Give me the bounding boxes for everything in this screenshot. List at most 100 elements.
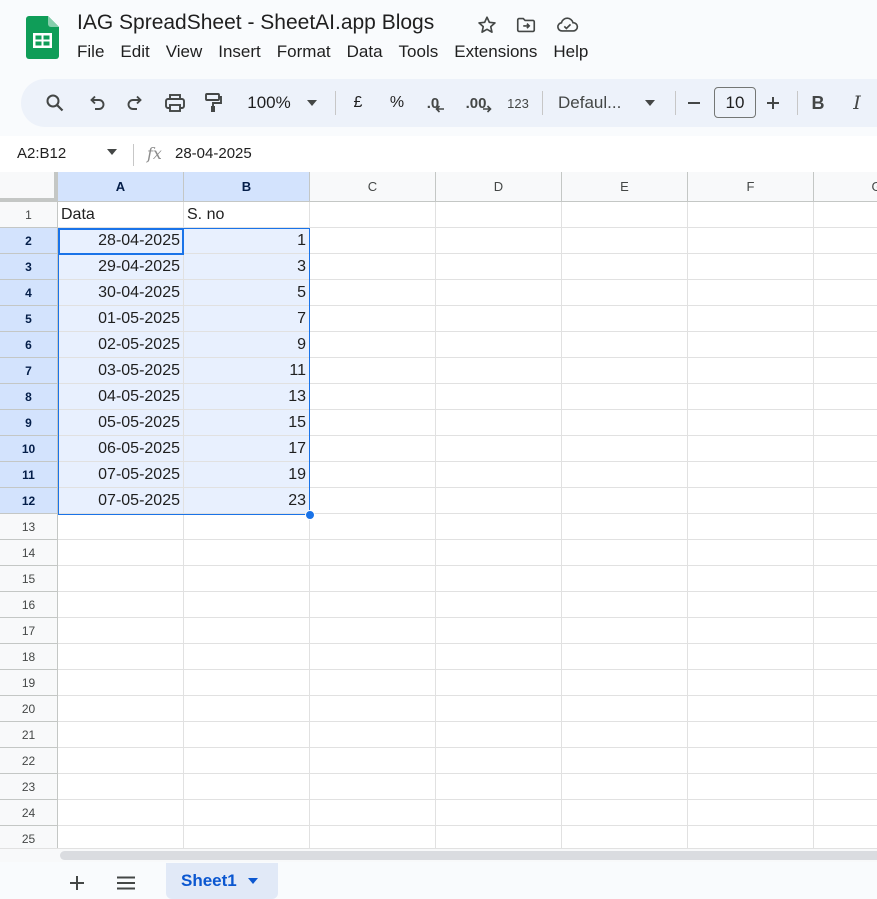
cell-d8[interactable]	[436, 384, 562, 410]
cell-a9[interactable]: 05-05-2025	[58, 410, 184, 436]
cell-g21[interactable]	[814, 722, 877, 748]
cell-g9[interactable]	[814, 410, 877, 436]
cell-c4[interactable]	[310, 280, 436, 306]
cell-e5[interactable]	[562, 306, 688, 332]
cell-e18[interactable]	[562, 644, 688, 670]
cell-e17[interactable]	[562, 618, 688, 644]
row-header-15[interactable]: 15	[0, 566, 58, 592]
cell-f2[interactable]	[688, 228, 814, 254]
column-header-f[interactable]: F	[688, 172, 814, 202]
cell-f5[interactable]	[688, 306, 814, 332]
cell-b25[interactable]	[184, 826, 310, 848]
cell-d24[interactable]	[436, 800, 562, 826]
cell-a11[interactable]: 07-05-2025	[58, 462, 184, 488]
row-header-20[interactable]: 20	[0, 696, 58, 722]
cell-e20[interactable]	[562, 696, 688, 722]
cell-b21[interactable]	[184, 722, 310, 748]
cell-g2[interactable]	[814, 228, 877, 254]
cell-f21[interactable]	[688, 722, 814, 748]
decrease-font-size-button[interactable]	[684, 79, 704, 127]
cell-c6[interactable]	[310, 332, 436, 358]
cell-b16[interactable]	[184, 592, 310, 618]
increase-decimal-button[interactable]: .00	[463, 79, 495, 127]
row-header-24[interactable]: 24	[0, 800, 58, 826]
column-header-b[interactable]: B	[184, 172, 310, 202]
cell-f7[interactable]	[688, 358, 814, 384]
zoom-select[interactable]: 100%	[243, 79, 295, 127]
cell-b5[interactable]: 7	[184, 306, 310, 332]
cell-a21[interactable]	[58, 722, 184, 748]
cell-g18[interactable]	[814, 644, 877, 670]
row-header-17[interactable]: 17	[0, 618, 58, 644]
cell-b24[interactable]	[184, 800, 310, 826]
cell-c5[interactable]	[310, 306, 436, 332]
cell-g23[interactable]	[814, 774, 877, 800]
cell-f14[interactable]	[688, 540, 814, 566]
cell-e12[interactable]	[562, 488, 688, 514]
cell-f11[interactable]	[688, 462, 814, 488]
increase-font-size-button[interactable]	[763, 79, 783, 127]
menu-insert[interactable]: Insert	[210, 42, 269, 64]
row-header-1[interactable]: 1	[0, 202, 58, 228]
cell-b23[interactable]	[184, 774, 310, 800]
cell-c13[interactable]	[310, 514, 436, 540]
cell-c14[interactable]	[310, 540, 436, 566]
cell-f20[interactable]	[688, 696, 814, 722]
cell-e14[interactable]	[562, 540, 688, 566]
cell-e19[interactable]	[562, 670, 688, 696]
cell-f10[interactable]	[688, 436, 814, 462]
column-header-a[interactable]: A	[58, 172, 184, 202]
row-header-18[interactable]: 18	[0, 644, 58, 670]
star-icon[interactable]	[476, 14, 498, 36]
cell-f25[interactable]	[688, 826, 814, 848]
cell-b10[interactable]: 17	[184, 436, 310, 462]
cell-d6[interactable]	[436, 332, 562, 358]
row-header-6[interactable]: 6	[0, 332, 58, 358]
cell-b7[interactable]: 11	[184, 358, 310, 384]
cell-e24[interactable]	[562, 800, 688, 826]
row-header-14[interactable]: 14	[0, 540, 58, 566]
cell-d20[interactable]	[436, 696, 562, 722]
row-header-3[interactable]: 3	[0, 254, 58, 280]
row-header-12[interactable]: 12	[0, 488, 58, 514]
horizontal-scrollbar[interactable]	[0, 848, 877, 862]
fill-handle[interactable]	[305, 510, 315, 520]
cell-c17[interactable]	[310, 618, 436, 644]
cell-e10[interactable]	[562, 436, 688, 462]
cell-g4[interactable]	[814, 280, 877, 306]
cell-a2[interactable]: 28-04-2025	[58, 228, 184, 254]
cell-e21[interactable]	[562, 722, 688, 748]
cell-b8[interactable]: 13	[184, 384, 310, 410]
more-formats-button[interactable]: 123	[502, 79, 534, 127]
cell-d5[interactable]	[436, 306, 562, 332]
zoom-dropdown-button[interactable]	[303, 79, 321, 127]
cell-f1[interactable]	[688, 202, 814, 228]
cell-d16[interactable]	[436, 592, 562, 618]
cell-d1[interactable]	[436, 202, 562, 228]
menu-tools[interactable]: Tools	[391, 42, 447, 64]
cell-e13[interactable]	[562, 514, 688, 540]
cell-b3[interactable]: 3	[184, 254, 310, 280]
cell-c18[interactable]	[310, 644, 436, 670]
cell-b14[interactable]	[184, 540, 310, 566]
menu-help[interactable]: Help	[545, 42, 596, 64]
row-header-19[interactable]: 19	[0, 670, 58, 696]
cell-b11[interactable]: 19	[184, 462, 310, 488]
cell-a6[interactable]: 02-05-2025	[58, 332, 184, 358]
cell-c12[interactable]	[310, 488, 436, 514]
cell-g19[interactable]	[814, 670, 877, 696]
menu-edit[interactable]: Edit	[112, 42, 157, 64]
cell-c11[interactable]	[310, 462, 436, 488]
row-header-16[interactable]: 16	[0, 592, 58, 618]
cell-a14[interactable]	[58, 540, 184, 566]
decrease-decimal-button[interactable]: .0	[423, 79, 449, 127]
cell-e11[interactable]	[562, 462, 688, 488]
cell-e22[interactable]	[562, 748, 688, 774]
all-sheets-button[interactable]	[115, 872, 137, 894]
font-size-input[interactable]: 10	[714, 87, 756, 118]
cell-a3[interactable]: 29-04-2025	[58, 254, 184, 280]
cell-f12[interactable]	[688, 488, 814, 514]
cell-c7[interactable]	[310, 358, 436, 384]
cell-g3[interactable]	[814, 254, 877, 280]
print-button[interactable]	[162, 79, 188, 127]
